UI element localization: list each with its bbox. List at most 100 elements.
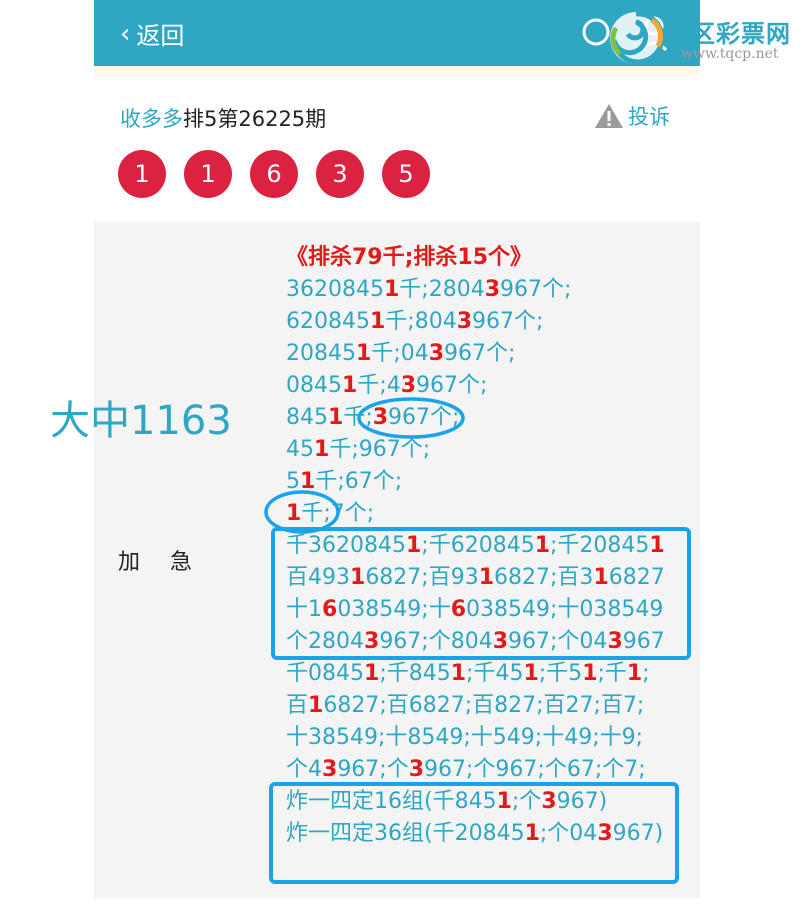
content-text: ;千20845	[550, 533, 650, 558]
content-text: 20845	[286, 341, 356, 366]
content-text: 967个;	[444, 341, 516, 366]
swirl-logo-icon	[610, 11, 665, 65]
highlight-digit: 3	[492, 629, 509, 654]
highlight-digit: 1	[405, 533, 422, 558]
content-line: 51千;67个;	[286, 466, 686, 498]
site-logo: 特区彩票网 www.tqcp.net	[606, 6, 802, 68]
content-heading: 《排杀79千;排杀15个》	[286, 245, 533, 270]
highlight-digit: 1	[582, 661, 598, 686]
content-text: 038549;十	[337, 597, 451, 622]
content-line: 6208451千;8043967个;	[286, 306, 686, 338]
content-text: 千;67个;	[315, 469, 403, 494]
content-text: 5	[286, 469, 300, 494]
highlight-digit: 1	[478, 565, 495, 590]
content-text: 45	[286, 437, 314, 462]
back-label: 返回	[136, 22, 185, 50]
content-text: 千;967个;	[329, 437, 431, 462]
highlight-digit: 1	[328, 405, 344, 430]
content-text: 千;2804	[399, 277, 485, 302]
content-text: 967个;	[388, 405, 460, 430]
highlight-digit: 1	[286, 501, 302, 526]
content-line: 208451千;043967个;	[286, 338, 686, 370]
content-text: 0845	[286, 373, 342, 398]
content-text: 3620845	[286, 277, 384, 302]
content-line: 个43967;个3967;个967;个67;个7;	[286, 754, 686, 786]
content-text: 6827;百3	[494, 565, 594, 590]
highlight-digit: 6	[322, 597, 338, 622]
content-line: 8451千;3967个;	[286, 402, 686, 434]
content-text: 845	[286, 405, 328, 430]
content-text: 个4	[286, 757, 322, 782]
content-line: 1千;7个;	[286, 498, 686, 530]
content-text: 620845	[286, 309, 370, 334]
content-text: 967;个967;个67;个7;	[424, 757, 646, 782]
content-text: 6827;百6827;百827;百27;百7;	[323, 693, 645, 718]
number-ball: 3	[316, 150, 364, 198]
content-text: ;千845	[379, 661, 451, 686]
prediction-content: 《排杀79千;排杀15个》 36208451千;28043967个; 620845…	[286, 242, 686, 850]
content-text: 967)	[612, 821, 664, 846]
content-text: 967个;	[500, 277, 572, 302]
content-text: 百	[286, 693, 309, 718]
source-link[interactable]: 收多多	[120, 107, 183, 131]
highlight-digit: 1	[356, 341, 372, 366]
back-button[interactable]: ‹ 返回	[120, 16, 184, 51]
content-line: 百49316827;百9316827;百316827	[286, 562, 686, 594]
content-line: 十16038549;十6038549;十038549	[286, 594, 686, 626]
content-text: 6827;百93	[365, 565, 479, 590]
highlight-digit: 3	[428, 341, 445, 366]
content-line: 千36208451;千6208451;千208451	[286, 530, 686, 562]
highlight-digit: 1	[534, 533, 551, 558]
content-line: 08451千;43967个;	[286, 370, 686, 402]
content-text: ;千620845	[421, 533, 535, 558]
highlight-digit: 1	[300, 469, 316, 494]
chevron-left-icon: ‹	[120, 18, 131, 49]
highlight-digit: 3	[372, 405, 389, 430]
content-text: 千;	[343, 405, 373, 430]
highlight-digit: 1	[314, 437, 330, 462]
header-divider	[94, 66, 700, 76]
content-text: 967;个804	[379, 629, 493, 654]
content-line: 炸一四定36组(千208451;个043967)	[286, 818, 686, 850]
highlight-digit: 1	[364, 661, 380, 686]
content-text: ;	[642, 661, 650, 686]
content-text: 967	[622, 629, 665, 654]
highlight-digit: 1	[593, 565, 609, 590]
highlight-digit: 3	[364, 629, 380, 654]
highlight-digit: 1	[308, 693, 324, 718]
content-text: 千;7个;	[301, 501, 375, 526]
content-line: 炸一四定16组(千8451;个3967)	[286, 786, 686, 818]
warning-icon	[595, 104, 623, 128]
highlight-digit: 3	[607, 629, 623, 654]
highlight-digit: 1	[342, 373, 358, 398]
highlight-digit: 3	[484, 277, 501, 302]
highlight-digit: 1	[649, 533, 665, 558]
page-title: 收多多排5第26225期	[120, 103, 326, 133]
draw-number-balls: 1 1 6 3 5	[118, 150, 430, 198]
content-text: 十1	[286, 597, 322, 622]
content-line: 千08451;千8451;千451;千51;千1;	[286, 658, 686, 690]
content-text: 967个;	[472, 309, 544, 334]
highlight-digit: 3	[456, 309, 473, 334]
content-text: 炸一四定16组(千845	[286, 789, 497, 814]
highlight-digit: 1	[383, 277, 400, 302]
content-text: 967;个	[337, 757, 409, 782]
content-text: 千0845	[286, 661, 364, 686]
highlight-digit: 3	[597, 821, 613, 846]
highlight-digit: 1	[496, 789, 512, 814]
number-ball: 6	[250, 150, 298, 198]
row-label: 加急	[118, 550, 223, 575]
report-button[interactable]: 投诉	[594, 101, 670, 131]
highlight-digit: 1	[523, 661, 539, 686]
annotation-note: 大中1163	[50, 398, 232, 444]
content-line: 36208451千;28043967个;	[286, 274, 686, 306]
content-text: 038549;十038549	[466, 597, 664, 622]
content-text: 千;4	[357, 373, 401, 398]
content-text: 炸一四定36组(千20845	[286, 821, 525, 846]
content-text: 967;个04	[508, 629, 608, 654]
content-text: ;千45	[466, 661, 524, 686]
content-text: ;个	[511, 789, 542, 814]
content-line: 451千;967个;	[286, 434, 686, 466]
highlight-digit: 3	[400, 373, 417, 398]
number-ball: 5	[382, 150, 430, 198]
